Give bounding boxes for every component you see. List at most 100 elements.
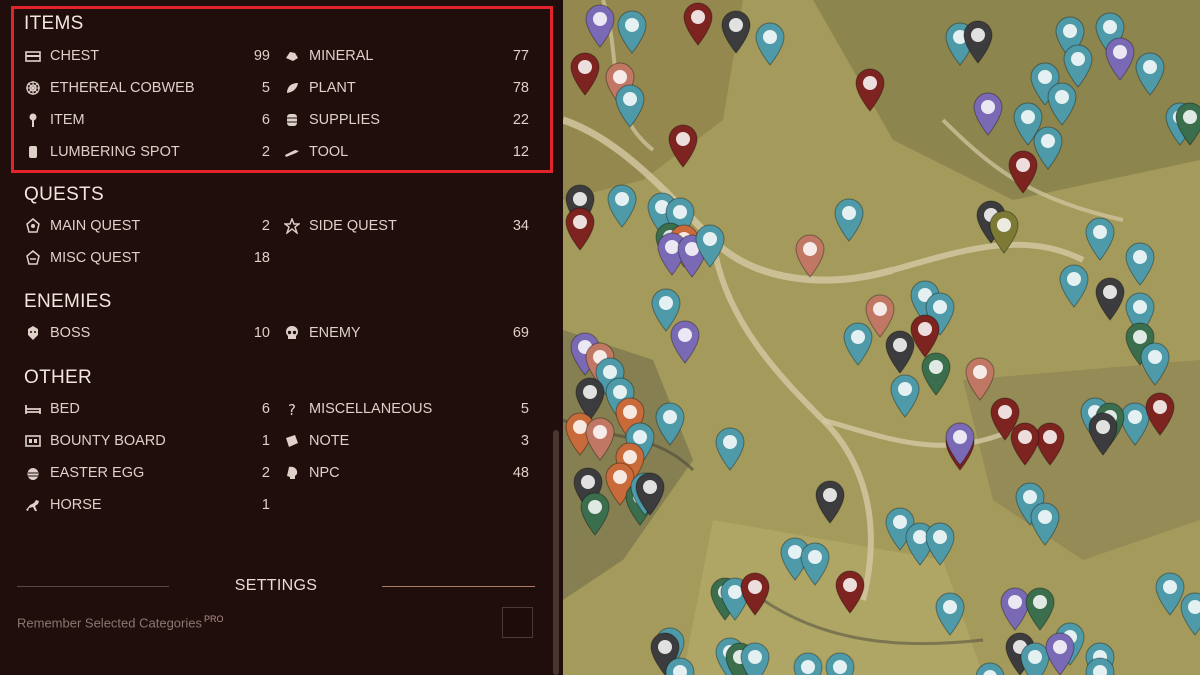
category-count: 10: [253, 325, 270, 341]
map-marker[interactable]: [841, 320, 875, 366]
remember-categories-label: Remember Selected Categories PRO: [17, 614, 224, 630]
map-marker[interactable]: [943, 420, 977, 466]
map-marker[interactable]: [568, 50, 602, 96]
map-marker[interactable]: [987, 208, 1021, 254]
map-marker[interactable]: [1103, 35, 1137, 81]
map-marker[interactable]: [1043, 630, 1077, 675]
category-label: MAIN QUEST: [50, 218, 141, 234]
category-supplies[interactable]: SUPPLIES 22: [283, 109, 529, 131]
map-marker[interactable]: [823, 650, 857, 675]
map-marker[interactable]: [753, 20, 787, 66]
category-count: 99: [253, 48, 270, 64]
section-title-other: OTHER: [24, 367, 92, 388]
map-marker[interactable]: [1008, 420, 1042, 466]
remember-categories-checkbox[interactable]: [502, 607, 533, 638]
category-miscellaneous[interactable]: ? MISCELLANEOUS 5: [283, 398, 529, 420]
category-count: 2: [261, 144, 270, 160]
map-marker[interactable]: [713, 425, 747, 471]
category-misc-quest[interactable]: MISC QUEST 18: [24, 247, 270, 269]
category-plant[interactable]: PLANT 78: [283, 77, 529, 99]
map-marker[interactable]: [1057, 262, 1091, 308]
category-chest[interactable]: CHEST 99: [24, 45, 270, 67]
map-marker[interactable]: [1143, 390, 1177, 436]
main-quest-icon: [24, 217, 42, 235]
category-enemy[interactable]: ENEMY 69: [283, 322, 529, 344]
category-npc[interactable]: NPC 48: [283, 462, 529, 484]
map-marker[interactable]: [583, 2, 617, 48]
map-marker[interactable]: [793, 232, 827, 278]
map-marker[interactable]: [693, 222, 727, 268]
category-bed[interactable]: BED 6: [24, 398, 270, 420]
map-marker[interactable]: [1023, 585, 1057, 631]
map-marker[interactable]: [791, 650, 825, 675]
map-marker[interactable]: [883, 328, 917, 374]
map-marker[interactable]: [853, 66, 887, 112]
map-marker[interactable]: [663, 655, 697, 675]
chest-icon: [24, 47, 42, 65]
category-item[interactable]: ITEM 6: [24, 109, 270, 131]
category-count: 22: [512, 112, 529, 128]
category-horse[interactable]: HORSE 1: [24, 494, 270, 516]
map-marker[interactable]: [578, 490, 612, 536]
map-marker[interactable]: [832, 196, 866, 242]
map-marker[interactable]: [1093, 275, 1127, 321]
map-marker[interactable]: [833, 568, 867, 614]
map-marker[interactable]: [1086, 410, 1120, 456]
category-count: 77: [512, 48, 529, 64]
map-marker[interactable]: [738, 570, 772, 616]
map-view[interactable]: [563, 0, 1200, 675]
map-marker[interactable]: [1045, 80, 1079, 126]
map-marker[interactable]: [738, 640, 772, 675]
category-note[interactable]: NOTE 3: [283, 430, 529, 452]
category-count: 18: [253, 250, 270, 266]
category-boss[interactable]: BOSS 10: [24, 322, 270, 344]
map-marker[interactable]: [633, 470, 667, 516]
remember-text: Remember Selected Categories: [17, 615, 202, 631]
map-marker[interactable]: [583, 415, 617, 461]
map-marker[interactable]: [615, 8, 649, 54]
map-marker[interactable]: [1083, 215, 1117, 261]
sidebar-scrollbar[interactable]: [553, 430, 559, 675]
map-marker[interactable]: [1006, 148, 1040, 194]
map-marker[interactable]: [971, 90, 1005, 136]
map-marker[interactable]: [973, 660, 1007, 675]
category-lumbering-spot[interactable]: LUMBERING SPOT 2: [24, 141, 270, 163]
category-bounty-board[interactable]: BOUNTY BOARD 1: [24, 430, 270, 452]
map-marker[interactable]: [1028, 500, 1062, 546]
map-marker[interactable]: [613, 82, 647, 128]
category-easter-egg[interactable]: EASTER EGG 2: [24, 462, 270, 484]
category-main-quest[interactable]: MAIN QUEST 2: [24, 215, 270, 237]
pro-badge: PRO: [203, 614, 224, 624]
map-marker[interactable]: [923, 520, 957, 566]
category-count: 6: [261, 112, 270, 128]
plant-icon: [283, 79, 301, 97]
map-marker[interactable]: [653, 400, 687, 446]
category-mineral[interactable]: MINERAL 77: [283, 45, 529, 67]
map-marker[interactable]: [681, 0, 715, 46]
map-marker[interactable]: [719, 8, 753, 54]
map-marker[interactable]: [1083, 655, 1117, 675]
map-marker[interactable]: [1173, 100, 1200, 146]
map-marker[interactable]: [1178, 590, 1200, 636]
map-marker[interactable]: [668, 318, 702, 364]
category-label: ENEMY: [309, 325, 361, 341]
category-ethereal-cobweb[interactable]: ETHEREAL COBWEB 5: [24, 77, 270, 99]
map-marker[interactable]: [961, 18, 995, 64]
category-label: ITEM: [50, 112, 85, 128]
map-marker[interactable]: [666, 122, 700, 168]
cobweb-icon: [24, 79, 42, 97]
map-marker[interactable]: [1123, 240, 1157, 286]
map-marker[interactable]: [563, 205, 597, 251]
map-marker[interactable]: [813, 478, 847, 524]
category-tool[interactable]: TOOL 12: [283, 141, 529, 163]
map-marker[interactable]: [919, 350, 953, 396]
map-marker[interactable]: [798, 540, 832, 586]
category-label: CHEST: [50, 48, 100, 64]
map-marker[interactable]: [605, 182, 639, 228]
map-marker[interactable]: [888, 372, 922, 418]
map-marker[interactable]: [933, 590, 967, 636]
map-marker[interactable]: [1138, 340, 1172, 386]
category-side-quest[interactable]: SIDE QUEST 34: [283, 215, 529, 237]
category-count: 69: [512, 325, 529, 341]
map-marker[interactable]: [1133, 50, 1167, 96]
